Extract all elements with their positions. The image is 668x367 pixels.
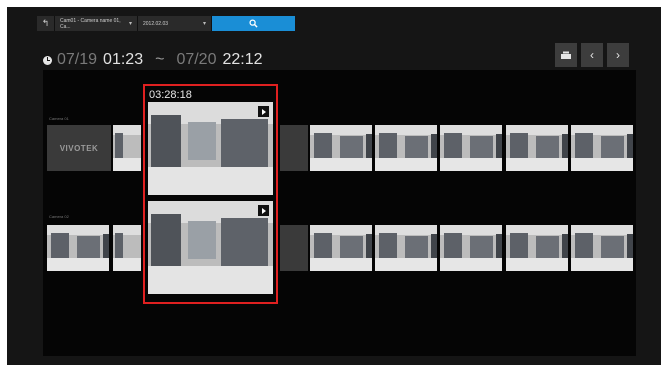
thumbnail[interactable] (506, 225, 568, 271)
clock-icon (43, 55, 52, 65)
thumbnail[interactable] (375, 225, 437, 271)
thumbnail[interactable] (440, 225, 502, 271)
thumbnail[interactable] (310, 125, 372, 171)
highlight-timestamp: 03:28:18 (149, 89, 192, 101)
play-icon[interactable] (258, 106, 269, 117)
return-arrow-icon: ↰ (41, 18, 50, 28)
play-icon[interactable] (258, 205, 269, 216)
end-date: 07/20 (176, 51, 217, 68)
thumbnail[interactable] (47, 225, 109, 271)
thumbnail[interactable] (571, 225, 633, 271)
selected-time-highlight[interactable]: 03:28:18 (143, 84, 278, 304)
thumbnail[interactable] (571, 125, 633, 171)
time-range: 07/19 01:23 ~ 07/20 22:12 (43, 50, 263, 70)
start-time: 01:23 (103, 51, 144, 68)
thumbnail[interactable] (310, 225, 372, 271)
next-button[interactable]: › (607, 43, 629, 67)
range-separator: ~ (155, 51, 165, 68)
thumbnail-timeline (43, 70, 636, 356)
camera-label: Camera 02 (49, 214, 69, 219)
expanded-thumbnail[interactable] (148, 102, 273, 195)
expanded-thumbnail[interactable] (148, 201, 273, 294)
vivotek-logo: VIVOTEK (59, 143, 99, 153)
thumbnail[interactable] (113, 125, 141, 171)
chevron-down-icon: ▾ (128, 21, 132, 27)
previous-button[interactable]: ‹ (581, 43, 603, 67)
search-icon (249, 19, 258, 28)
start-date: 07/19 (57, 51, 98, 68)
thumbnail[interactable] (506, 125, 568, 171)
chevron-left-icon: ‹ (590, 48, 594, 62)
date-select[interactable]: 2012.02.03 ▾ (138, 16, 212, 31)
chevron-right-icon: › (616, 48, 620, 62)
thumbnail[interactable] (280, 125, 308, 171)
camera-select[interactable]: Cam01 - Camera name 01, Ca... ▾ (55, 16, 138, 31)
search-button[interactable] (212, 16, 295, 31)
camera-label: Camera 01 (49, 116, 69, 121)
chevron-down-icon: ▾ (202, 21, 206, 27)
sync-playback-button[interactable] (555, 43, 577, 67)
camera-logo-tile: VIVOTEK (47, 125, 111, 171)
thumbnail[interactable] (113, 225, 141, 271)
navigation-controls: ‹ › (555, 43, 629, 67)
sync-playback-icon (561, 51, 571, 59)
thumbnail[interactable] (280, 225, 308, 271)
search-toolbar: ↰ Cam01 - Camera name 01, Ca... ▾ 2012.02… (37, 16, 295, 31)
thumbnail[interactable] (375, 125, 437, 171)
end-time: 22:12 (222, 51, 263, 68)
thumbnail[interactable] (440, 125, 502, 171)
return-button[interactable]: ↰ (37, 16, 55, 31)
